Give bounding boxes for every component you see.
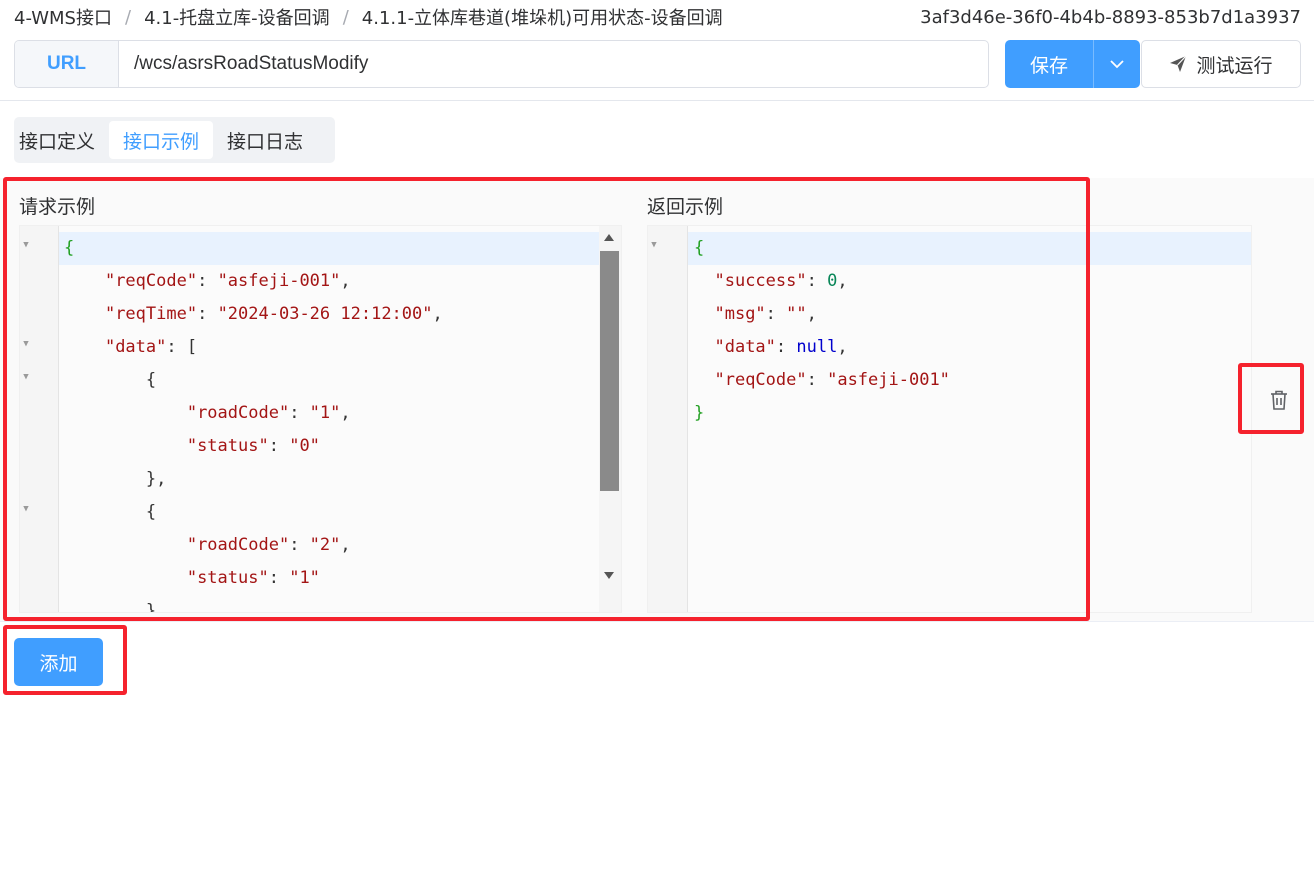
code-line: "msg": "",: [714, 304, 817, 324]
breadcrumb: 4-WMS接口 / 4.1-托盘立库-设备回调 / 4.1.1-立体库巷道(堆垛…: [14, 4, 723, 30]
interface-id: 3af3d46e-36f0-4b4b-8893-853b7d1a3937: [920, 6, 1301, 28]
editor-gutter: ▼: [648, 226, 688, 612]
code-line: {: [64, 502, 157, 522]
fold-triangle-icon[interactable]: ▼: [20, 372, 32, 382]
breadcrumb-item[interactable]: 4.1-托盘立库-设备回调: [144, 4, 330, 30]
response-example-title: 返回示例: [647, 196, 724, 218]
send-icon: [1170, 55, 1187, 72]
breadcrumb-separator: /: [342, 6, 349, 28]
code-line: "reqTime": "2024-03-26 12:12:00",: [104, 304, 443, 324]
code-line: "roadCode": "1",: [186, 403, 351, 423]
fold-triangle-icon[interactable]: ▼: [20, 504, 32, 514]
code-line: "data": null,: [714, 337, 848, 357]
code-line: }: [694, 403, 705, 423]
code-line: },: [64, 469, 167, 489]
url-input-group: URL: [14, 40, 989, 88]
code-line: "roadCode": "2",: [186, 535, 351, 555]
scroll-up-icon[interactable]: [604, 234, 614, 241]
code-line: "status": "1": [186, 568, 320, 588]
request-example-title: 请求示例: [19, 196, 96, 218]
fold-triangle-icon[interactable]: ▼: [20, 240, 32, 250]
response-example-editor[interactable]: ▼ { "success": 0, "msg": "", "data": nul…: [647, 225, 1252, 613]
code-line: "reqCode": "asfeji-001": [714, 370, 950, 390]
breadcrumb-item-current: 4.1.1-立体库巷道(堆垛机)可用状态-设备回调: [361, 8, 723, 29]
code-line: {: [688, 232, 1251, 265]
save-button[interactable]: 保存: [1005, 40, 1093, 88]
add-example-button[interactable]: 添加: [14, 638, 103, 686]
tab-interface-definition[interactable]: 接口定义: [18, 121, 109, 159]
test-run-label: 测试运行: [1196, 54, 1273, 77]
request-example-editor[interactable]: ▼ ▼ ▼ ▼ { "reqCode": "asfeji-001", "reqT…: [19, 225, 622, 613]
code-line: "reqCode": "asfeji-001",: [104, 271, 351, 291]
tab-interface-log[interactable]: 接口日志: [213, 121, 317, 159]
tab-interface-example[interactable]: 接口示例: [109, 121, 214, 159]
code-line: {: [59, 232, 621, 265]
header-divider: [0, 100, 1314, 101]
fold-triangle-icon[interactable]: ▼: [648, 240, 660, 250]
test-run-button[interactable]: 测试运行: [1141, 40, 1301, 88]
editor-scrollbar[interactable]: [599, 226, 621, 612]
code-line: "status": "0": [186, 436, 320, 456]
delete-example-button[interactable]: [1268, 389, 1290, 411]
code-line: "data": [: [104, 337, 198, 357]
tab-bar: 接口定义 接口示例 接口日志: [14, 117, 335, 163]
url-input[interactable]: [119, 41, 988, 87]
breadcrumb-separator: /: [124, 6, 132, 28]
url-prefix-label: URL: [15, 41, 119, 87]
scroll-down-icon[interactable]: [604, 572, 614, 579]
trash-icon: [1271, 390, 1287, 410]
code-line: }: [64, 601, 157, 613]
chevron-down-icon: [1110, 60, 1124, 69]
code-line: "success": 0,: [714, 271, 848, 291]
editor-gutter: ▼ ▼ ▼ ▼: [20, 226, 59, 612]
scrollbar-thumb[interactable]: [600, 251, 619, 491]
code-line: {: [64, 370, 157, 390]
fold-triangle-icon[interactable]: ▼: [20, 339, 32, 349]
breadcrumb-item[interactable]: 4-WMS接口: [14, 4, 112, 30]
save-dropdown-button[interactable]: [1093, 40, 1140, 88]
